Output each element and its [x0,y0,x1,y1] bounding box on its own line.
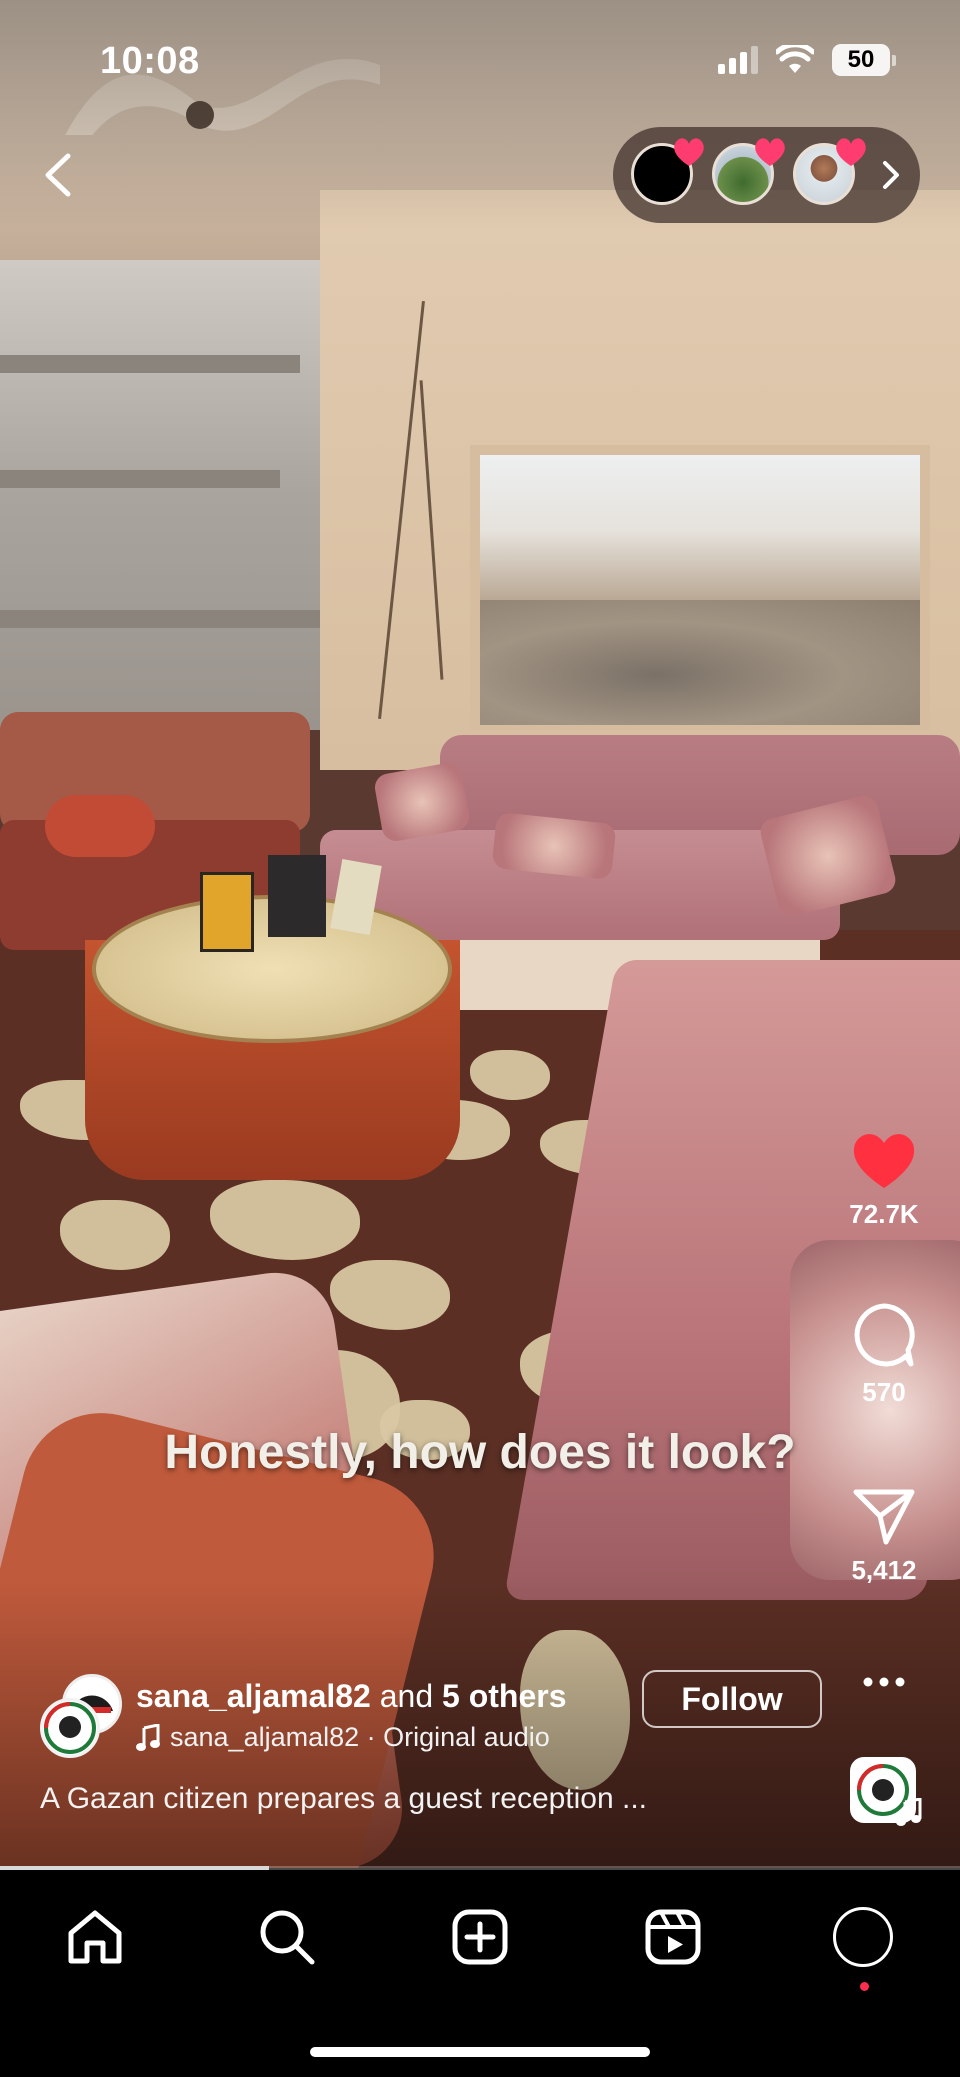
heart-icon [755,138,785,166]
status-icons: 50 [718,44,896,76]
home-indicator[interactable] [310,2047,650,2057]
tab-create[interactable] [445,1902,515,1972]
tab-profile[interactable] [828,1902,898,1991]
avatar[interactable] [40,1698,100,1758]
comment-bubble-icon [854,1303,915,1367]
wifi-icon [776,45,814,73]
heart-icon [674,138,704,166]
scene-rubble [480,600,920,725]
battery-icon: 50 [832,44,896,76]
scene-destroyed-building [0,260,330,730]
music-note-icon [136,1723,160,1751]
share-button[interactable]: 5,412 [824,1486,944,1586]
chevron-left-icon[interactable] [38,150,78,200]
author-names[interactable]: sana_aljamal82 and 5 others [136,1678,567,1715]
story-avatars-pill[interactable] [613,127,920,223]
share-count: 5,412 [851,1555,917,1585]
audio-text: sana_aljamal82 · Original audio [170,1722,550,1752]
like-button[interactable]: 72.7K [824,1130,944,1230]
bottom-tab-bar [0,1870,960,2077]
music-note-icon [896,1798,922,1826]
search-icon [260,1910,315,1965]
home-icon [68,1910,122,1964]
audio-link[interactable]: sana_aljamal82 · Original audio [136,1722,550,1753]
author-and: and [379,1678,434,1714]
profile-icon [833,1907,893,1967]
follow-button[interactable]: Follow [642,1670,822,1728]
author-others[interactable]: 5 others [442,1678,566,1714]
author-avatars[interactable] [40,1670,130,1760]
tab-reels[interactable] [638,1902,708,1972]
heart-icon [836,138,866,166]
story-avatar-1[interactable] [631,138,704,205]
author-row: sana_aljamal82 and 5 others Follow sana_… [40,1670,822,1760]
comment-count: 570 [862,1377,906,1407]
more-horizontal-icon[interactable] [862,1670,906,1694]
story-avatar-2[interactable] [712,138,785,205]
reels-icon [645,1909,701,1965]
author-username[interactable]: sana_aljamal82 [136,1678,371,1714]
video-overlay-text: Honestly, how does it look? [164,1426,796,1479]
heart-filled-icon [853,1134,915,1188]
status-time: 10:08 [100,40,200,82]
like-count: 72.7K [849,1199,919,1229]
tab-home[interactable] [60,1902,130,1972]
story-avatar-3[interactable] [793,138,866,205]
create-icon [452,1909,508,1965]
battery-level: 50 [832,44,890,76]
reel-video[interactable] [0,0,960,1868]
cellular-signal-icon [718,46,758,74]
paper-plane-icon [853,1489,915,1545]
comment-button[interactable]: 570 [824,1302,944,1408]
notification-dot [860,1982,869,1991]
chevron-right-icon[interactable] [879,157,903,193]
tab-search[interactable] [252,1902,322,1972]
reel-description[interactable]: A Gazan citizen prepares a guest recepti… [40,1782,647,1816]
